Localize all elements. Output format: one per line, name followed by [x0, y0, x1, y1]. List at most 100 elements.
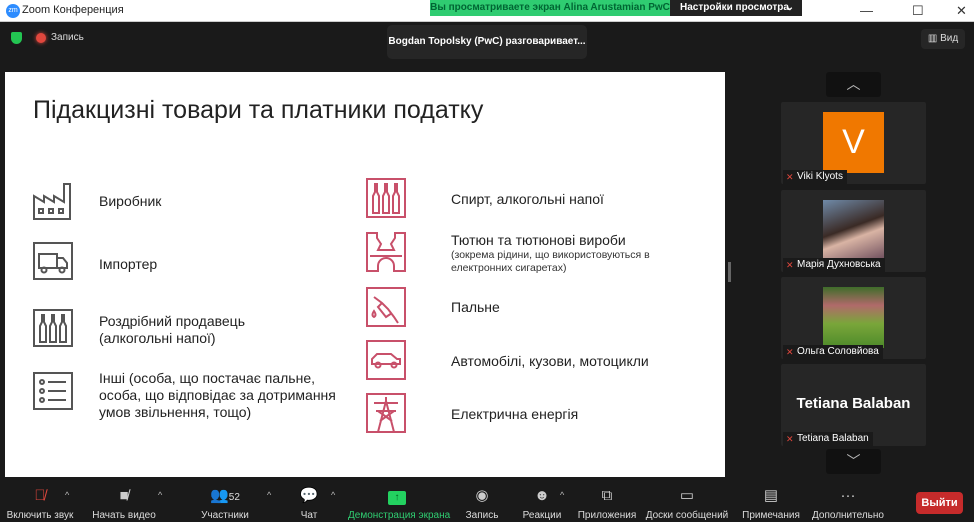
name-text: Ольга Соловйова [797, 346, 879, 357]
goods-electricity: Електрична енергія [451, 406, 579, 422]
recording-icon [36, 33, 46, 43]
leave-button[interactable]: Выйти [916, 492, 963, 514]
active-speaker-label: Bogdan Topolsky (PwC) разговаривает... [387, 25, 587, 59]
whiteboard-icon: ▭ [679, 487, 695, 504]
record-icon: ◉ [475, 487, 489, 504]
goods-tobacco: Тютюн та тютюнові вироби [451, 232, 626, 248]
participant-name: ✕ Ольга Соловйова [783, 345, 883, 359]
share-screen-button[interactable]: ↑ Демонстрация экрана [348, 486, 451, 521]
car-icon [366, 340, 406, 380]
chat-icon: 💬 [299, 487, 319, 504]
chat-label: Чат [300, 510, 318, 521]
participants-options-caret[interactable]: ^ [267, 490, 271, 500]
participant-display-name: Tetiana Balaban [796, 395, 911, 412]
more-label: Дополнительно [812, 510, 884, 521]
reactions-options-caret[interactable]: ^ [560, 490, 564, 500]
zoom-logo-icon: zm [6, 4, 20, 18]
participants-count: 52 [228, 492, 240, 503]
participant-name: ✕ Марія Духновська [783, 258, 885, 272]
participant-tile[interactable]: Tetiana Balaban ✕ Tetiana Balaban [781, 364, 926, 446]
participant-name: ✕ Tetiana Balaban [783, 432, 873, 446]
minimize-button[interactable]: — [860, 3, 873, 18]
goods-tobacco-note: (зокрема рідини, що використовуються в е… [451, 249, 650, 274]
apps-icon: ⧉ [601, 487, 613, 504]
name-text: Tetiana Balaban [797, 433, 869, 444]
slide-title: Підакцизні товари та платники податку [33, 96, 484, 124]
notes-button[interactable]: ▤ Примечания [740, 486, 802, 521]
avatar [823, 287, 884, 348]
notes-icon: ▤ [763, 487, 779, 504]
reactions-label: Реакции [522, 510, 562, 521]
participant-tile[interactable]: ✕ Ольга Соловйова [781, 277, 926, 359]
payer-importer: Імпортер [99, 256, 158, 272]
apps-button[interactable]: ⧉ Приложения [576, 486, 638, 521]
record-label: Запись [465, 510, 499, 521]
fuel-nozzle-icon [366, 287, 406, 327]
power-tower-icon [366, 393, 406, 433]
share-screen-icon: ↑ [348, 486, 446, 506]
maximize-button[interactable]: ☐ [912, 3, 924, 19]
participant-name: ✕ Viki Klyots [783, 170, 847, 184]
chevron-up-icon: ︿ [846, 76, 861, 92]
whiteboards-button[interactable]: ▭ Доски сообщений [644, 486, 730, 521]
avatar [823, 200, 884, 261]
muted-mic-icon: ✕ [786, 260, 794, 270]
audio-options-caret[interactable]: ^ [65, 490, 69, 500]
view-options-label: Настройки просмотра [680, 2, 789, 13]
shared-slide: Підакцизні товари та платники податку Ви… [5, 72, 725, 477]
avatar: V [823, 112, 884, 173]
reactions-icon: ☻ [534, 487, 550, 504]
chevron-down-icon: ⌄ [785, 2, 794, 13]
payer-retailer: Роздрібний продавець (алкогольні напої) [99, 313, 245, 346]
bottles-icon [33, 309, 73, 347]
notes-label: Примечания [742, 510, 800, 521]
whiteboards-label: Доски сообщений [645, 510, 729, 521]
start-video-label: Начать видео [92, 510, 156, 521]
close-button[interactable]: ✕ [956, 3, 967, 19]
bottles-icon [366, 178, 406, 218]
reactions-button[interactable]: ☻ Реакции [520, 486, 564, 521]
record-button[interactable]: ◉ Запись [462, 486, 502, 521]
payer-producer: Виробник [99, 193, 162, 209]
participants-icon: 👥52 [210, 487, 240, 504]
muted-mic-icon: ✕ [786, 434, 794, 444]
factory-icon [33, 183, 71, 220]
participants-button[interactable]: 👥52 Участники [195, 486, 255, 521]
panel-resize-handle[interactable] [728, 262, 731, 282]
chevron-down-icon: ﹀ [846, 453, 861, 469]
truck-icon [33, 242, 73, 280]
tobacco-icon [366, 232, 406, 272]
payer-others: Інші (особа, що постачає пальне, особа, … [99, 370, 336, 420]
name-text: Марія Духновська [797, 259, 881, 270]
goods-vehicles: Автомобілі, кузови, мотоцикли [451, 353, 649, 369]
apps-label: Приложения [577, 510, 637, 521]
name-text: Viki Klyots [797, 171, 843, 182]
muted-mic-icon: ✕ [786, 347, 794, 357]
scroll-down-button[interactable]: ﹀ [826, 449, 881, 474]
recording-label: Запись [51, 32, 84, 43]
share-banner: Вы просматриваете экран Alina Arustamian… [430, 0, 670, 16]
more-icon: ··· [840, 487, 856, 504]
grid-icon: ▥ [927, 33, 938, 44]
view-label: Вид [940, 33, 959, 44]
security-shield-icon[interactable] [11, 32, 22, 44]
more-button[interactable]: ··· Дополнительно [810, 486, 886, 521]
view-button[interactable]: ▥ Вид [921, 29, 965, 49]
goods-alcohol: Спирт, алкогольні напої [451, 191, 604, 207]
muted-mic-icon: ✕ [786, 172, 794, 182]
goods-fuel: Пальне [451, 299, 500, 315]
share-screen-label: Демонстрация экрана [348, 510, 451, 521]
chat-button[interactable]: 💬 Чат [292, 486, 326, 521]
start-video-button[interactable]: ■̸ Начать видео [90, 486, 158, 521]
participant-tile[interactable]: V ✕ Viki Klyots [781, 102, 926, 184]
view-options-button[interactable]: Настройки просмотра ⌄ [670, 0, 802, 16]
scroll-up-button[interactable]: ︿ [826, 72, 881, 97]
video-options-caret[interactable]: ^ [158, 490, 162, 500]
list-icon [33, 372, 73, 410]
participant-tile[interactable]: ✕ Марія Духновська [781, 190, 926, 272]
window-title: Zoom Конференция [22, 4, 124, 16]
chat-options-caret[interactable]: ^ [331, 490, 335, 500]
participants-label: Участники [201, 510, 249, 521]
unmute-label: Включить звук [6, 510, 74, 521]
video-off-icon: ■̸ [119, 487, 129, 504]
